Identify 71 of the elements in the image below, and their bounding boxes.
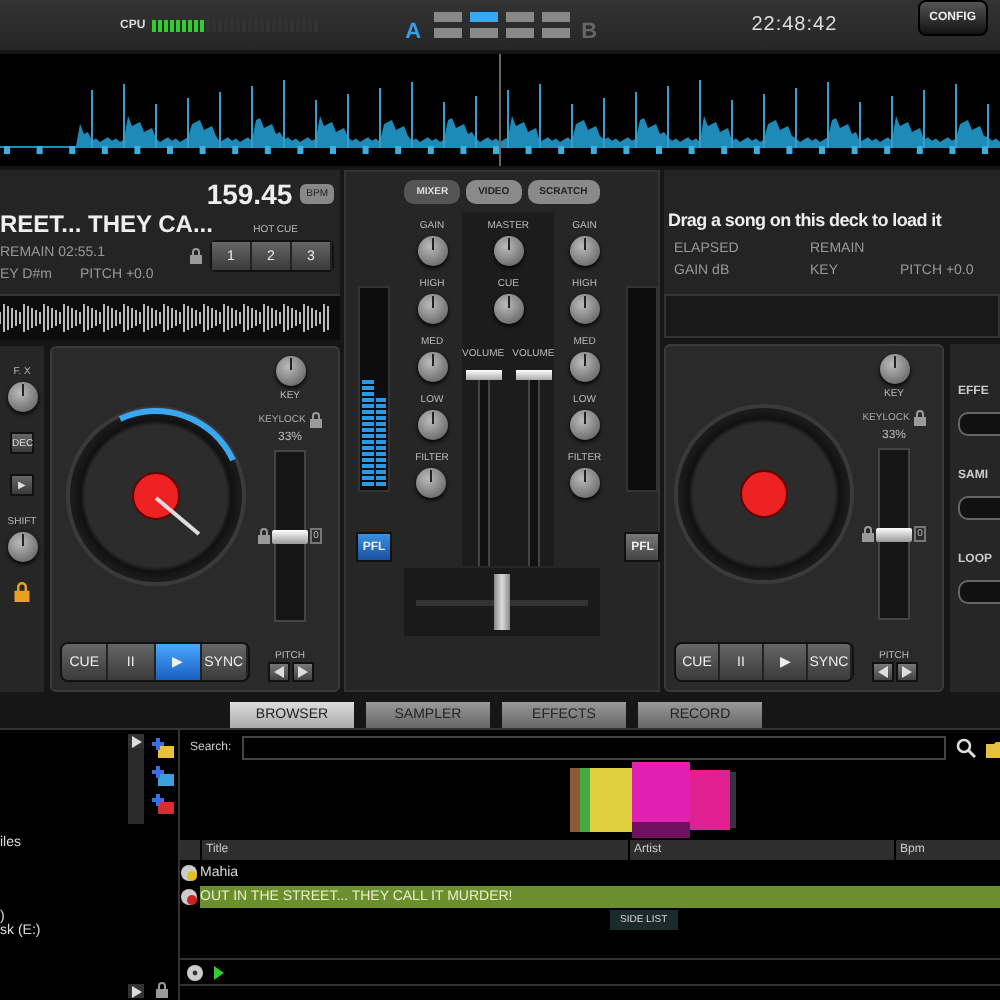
knob[interactable] — [569, 294, 600, 324]
pitch-bend-button[interactable] — [895, 662, 917, 682]
scroll-down-button[interactable] — [128, 984, 144, 998]
knob[interactable] — [275, 356, 305, 386]
knob[interactable] — [417, 294, 447, 324]
pitch-slider[interactable] — [877, 448, 910, 620]
knob[interactable] — [417, 236, 447, 266]
pitch-slider[interactable] — [273, 450, 306, 622]
layout-button[interactable] — [541, 28, 570, 38]
knob[interactable] — [493, 236, 524, 266]
layout-button[interactable] — [469, 12, 498, 22]
layout-button[interactable] — [505, 28, 534, 38]
deck-a-label: A — [405, 19, 422, 43]
disc-icon — [180, 888, 198, 906]
knob[interactable] — [416, 468, 447, 498]
knob[interactable] — [493, 294, 524, 324]
caret-left-icon — [273, 666, 283, 678]
caret-left-icon — [877, 666, 887, 678]
knob[interactable] — [569, 410, 600, 440]
slot-button[interactable] — [958, 412, 1000, 436]
layout-button[interactable] — [433, 28, 462, 38]
add-folder-icon[interactable] — [151, 766, 173, 786]
lock-icon[interactable] — [309, 412, 322, 428]
disc-icon — [180, 864, 198, 882]
layout-button[interactable] — [433, 12, 462, 22]
add-folder-icon[interactable] — [151, 738, 173, 758]
scrollbar-thumb[interactable] — [128, 748, 144, 824]
pitch-bend-button[interactable] — [871, 662, 893, 682]
search-field[interactable] — [241, 736, 946, 760]
crossfader[interactable] — [404, 568, 600, 636]
lock-icon[interactable] — [14, 582, 30, 602]
caret-right-icon — [901, 666, 911, 678]
lock-icon[interactable] — [913, 410, 926, 426]
play-icon[interactable] — [214, 965, 224, 979]
pitch-bend-button[interactable] — [291, 662, 313, 682]
track-title: Drag a song on this deck to load it — [666, 208, 944, 234]
volume-fader[interactable] — [465, 370, 502, 566]
lock-icon[interactable] — [257, 528, 270, 544]
knob[interactable] — [7, 382, 37, 412]
scroll-up-button[interactable] — [128, 734, 144, 748]
layout-button[interactable] — [469, 28, 498, 38]
disc-icon[interactable] — [186, 963, 204, 981]
lock-icon[interactable] — [156, 982, 168, 998]
knob[interactable] — [7, 532, 37, 562]
knob[interactable] — [417, 352, 447, 382]
fader-thumb[interactable] — [465, 370, 502, 380]
clock: 22:48:42 — [751, 14, 838, 36]
pitch-slider-thumb[interactable] — [875, 527, 912, 541]
pitch-bend-button[interactable] — [267, 662, 289, 682]
caret-right-icon — [131, 735, 141, 747]
volume-fader[interactable] — [515, 370, 552, 566]
caret-right-icon — [131, 985, 141, 997]
bpm-value: 159.45 — [206, 178, 293, 210]
layout-button[interactable] — [505, 12, 534, 22]
pitch-slider-thumb[interactable] — [271, 529, 308, 543]
deck-b-label: B — [581, 19, 598, 43]
slot-button[interactable] — [958, 580, 1000, 604]
knob[interactable] — [879, 354, 909, 384]
knob[interactable] — [569, 468, 600, 498]
knob[interactable] — [569, 236, 600, 266]
search-icon[interactable] — [955, 738, 976, 758]
slot-button[interactable] — [958, 496, 1000, 520]
caret-right-icon — [297, 666, 307, 678]
knob[interactable] — [417, 410, 447, 440]
track-title: REET... THEY CA... — [0, 210, 213, 240]
fader-thumb[interactable] — [515, 370, 552, 380]
lock-icon[interactable] — [190, 248, 202, 264]
crossfader-thumb[interactable] — [494, 573, 510, 629]
layout-button[interactable] — [541, 12, 570, 22]
knob[interactable] — [569, 352, 600, 382]
lock-icon[interactable] — [861, 526, 874, 542]
